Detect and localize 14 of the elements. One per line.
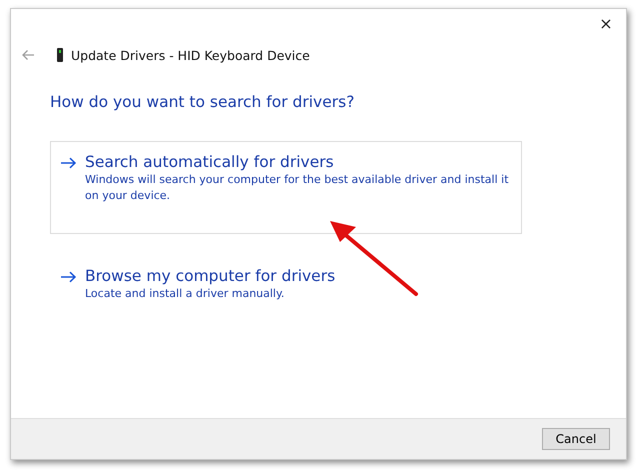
cancel-button[interactable]: Cancel bbox=[542, 428, 610, 450]
close-button[interactable]: × bbox=[586, 9, 626, 37]
option-link[interactable]: Browse my computer for drivers Locate and install a driver manually. bbox=[50, 255, 522, 315]
arrow-icon bbox=[60, 157, 77, 169]
option-title: Browse my computer for drivers bbox=[85, 266, 336, 286]
option-link[interactable]: Search automatically for drivers Windows will search your computer for the best available driver and install it on your device. bbox=[50, 141, 522, 234]
option-title: Search automatically for drivers bbox=[85, 152, 335, 172]
dialog-heading: How do you want to search for drivers? bbox=[50, 93, 356, 111]
option-description: Locate and install a driver manually. bbox=[85, 286, 286, 302]
option-description: Windows will search your computer for the best available driver and install it on your device. bbox=[85, 172, 510, 204]
window-title: Update Drivers - HID Keyboard Device bbox=[71, 48, 310, 62]
device-icon bbox=[57, 48, 63, 62]
arrow-icon bbox=[60, 271, 77, 283]
back-icon[interactable] bbox=[21, 49, 35, 61]
